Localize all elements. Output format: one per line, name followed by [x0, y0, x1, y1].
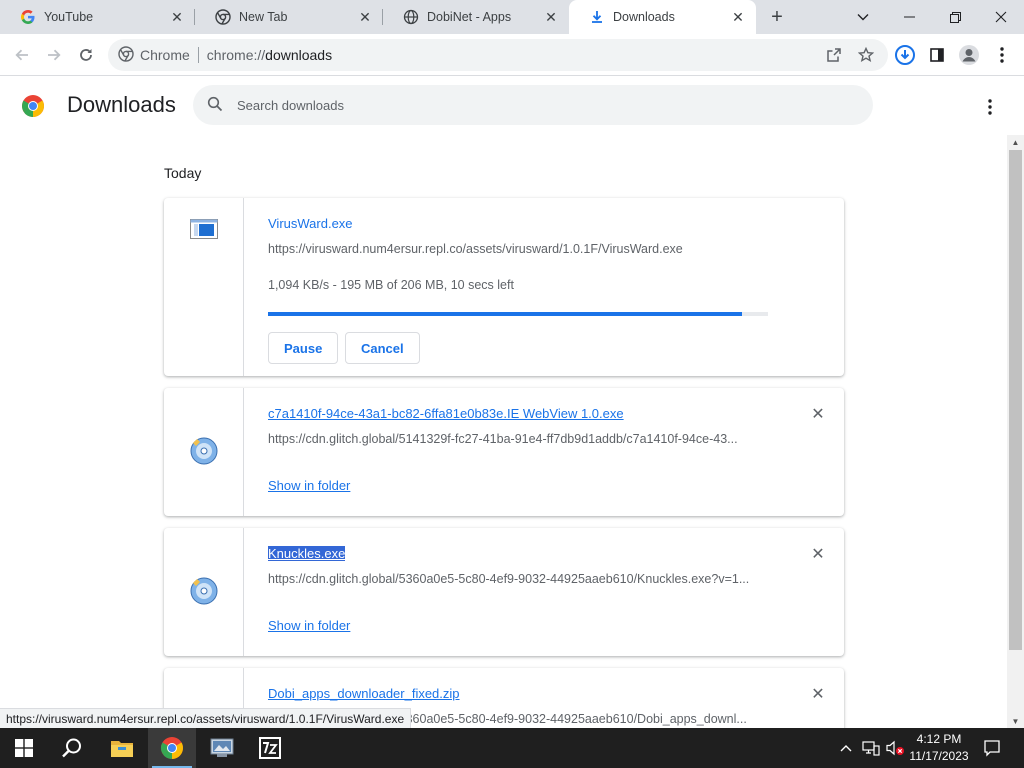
- search-icon[interactable]: [48, 728, 96, 768]
- restore-button[interactable]: [932, 0, 978, 34]
- taskbar-clock[interactable]: 4:12 PM 11/17/2023: [904, 731, 974, 765]
- tab-title: New Tab: [239, 10, 288, 24]
- downloads-header: Downloads: [0, 77, 1024, 135]
- installer-disc-icon: [190, 577, 218, 656]
- profile-avatar-icon[interactable]: [955, 41, 983, 69]
- show-in-folder-link[interactable]: Show in folder: [268, 618, 350, 633]
- show-hidden-icons-chevron-icon[interactable]: [838, 728, 854, 768]
- file-explorer-icon[interactable]: [98, 728, 146, 768]
- volume-muted-icon[interactable]: [884, 728, 906, 768]
- 7zip-icon[interactable]: [246, 728, 294, 768]
- download-item: VirusWard.exe https://virusward.num4ersu…: [164, 198, 844, 376]
- new-tab-button[interactable]: +: [764, 5, 790, 29]
- show-in-folder-link[interactable]: Show in folder: [268, 478, 350, 493]
- file-icon-column: [164, 528, 244, 656]
- notifications-icon[interactable]: [980, 728, 1004, 768]
- date-heading: Today: [164, 165, 202, 181]
- windows-taskbar: 4:12 PM 11/17/2023: [0, 728, 1024, 768]
- tab-downloads[interactable]: Downloads ✕: [569, 0, 756, 34]
- back-button[interactable]: [8, 41, 36, 69]
- file-icon-column: [164, 388, 244, 516]
- windows-start-icon[interactable]: [0, 728, 48, 768]
- download-item: c7a1410f-94ce-43a1-bc82-6ffa81e0b83e.IE …: [164, 388, 844, 516]
- site-label: Chrome: [140, 47, 190, 63]
- link-status-bubble: https://virusward.num4ersur.repl.co/asse…: [0, 708, 412, 728]
- scroll-up-arrow-icon[interactable]: ▲: [1007, 135, 1024, 149]
- scroll-down-arrow-icon[interactable]: ▼: [1007, 714, 1024, 728]
- tab-title: YouTube: [44, 10, 94, 24]
- close-icon[interactable]: ✕: [543, 9, 559, 25]
- browser-toolbar: Chrome chrome://downloads: [0, 34, 1024, 76]
- source-url[interactable]: https://cdn.glitch.global/5360a0e5-5c80-…: [268, 572, 768, 586]
- network-icon[interactable]: [860, 728, 882, 768]
- divider: [197, 47, 199, 63]
- tab-search-chevron-icon[interactable]: [840, 0, 886, 34]
- reload-button[interactable]: [72, 41, 100, 69]
- remove-close-icon[interactable]: ✕: [808, 684, 828, 704]
- download-icon: [589, 9, 605, 25]
- download-item: Knuckles.exe https://cdn.glitch.global/5…: [164, 528, 844, 656]
- close-icon[interactable]: ✕: [169, 9, 185, 25]
- chrome-icon: [215, 9, 231, 25]
- tab-title: Downloads: [613, 10, 675, 24]
- tab-new-tab[interactable]: New Tab ✕: [195, 0, 383, 34]
- network-app-icon[interactable]: [198, 728, 246, 768]
- bookmark-star-icon[interactable]: [852, 41, 880, 69]
- downloads-list: Today VirusWard.exe https://virusward.nu…: [0, 135, 1007, 728]
- download-status: 1,094 KB/s - 195 MB of 206 MB, 10 secs l…: [268, 278, 514, 292]
- url-host: downloads: [265, 47, 333, 63]
- file-name-link[interactable]: VirusWard.exe: [268, 216, 353, 231]
- share-icon[interactable]: [820, 41, 848, 69]
- tab-dobinet-apps[interactable]: DobiNet - Apps ✕: [383, 0, 569, 34]
- scroll-thumb[interactable]: [1009, 150, 1022, 650]
- tab-title: DobiNet - Apps: [427, 10, 512, 24]
- close-window-button[interactable]: [978, 0, 1024, 34]
- remove-close-icon[interactable]: ✕: [808, 544, 828, 564]
- minimize-button[interactable]: [886, 0, 932, 34]
- url-text: chrome://downloads: [207, 47, 332, 63]
- source-url[interactable]: https://virusward.num4ersur.repl.co/asse…: [268, 242, 768, 256]
- clock-date: 11/17/2023: [909, 749, 969, 763]
- chrome-icon[interactable]: [118, 45, 134, 65]
- search-input[interactable]: [237, 97, 837, 113]
- tab-strip: YouTube ✕ New Tab ✕ DobiNet - Apps ✕ Dow…: [0, 0, 1024, 34]
- file-name-link[interactable]: Dobi_apps_downloader_fixed.zip: [268, 686, 460, 701]
- file-name-link[interactable]: Knuckles.exe: [268, 546, 346, 561]
- installer-disc-icon: [190, 437, 218, 516]
- search-icon: [207, 96, 223, 115]
- chrome-taskbar-icon[interactable]: [148, 728, 196, 768]
- application-file-icon: [189, 219, 218, 376]
- remove-close-icon[interactable]: ✕: [808, 404, 828, 424]
- browser-menu-icon[interactable]: [988, 41, 1016, 69]
- progress-bar: [268, 312, 768, 316]
- source-url[interactable]: https://cdn.glitch.global/5141329f-fc27-…: [268, 432, 768, 446]
- file-name-link[interactable]: c7a1410f-94ce-43a1-bc82-6ffa81e0b83e.IE …: [268, 406, 624, 421]
- tab-youtube[interactable]: YouTube ✕: [0, 0, 195, 34]
- globe-icon: [403, 9, 419, 25]
- close-icon[interactable]: ✕: [357, 9, 373, 25]
- pause-button[interactable]: Pause: [268, 332, 339, 364]
- chrome-logo-icon: [21, 94, 45, 118]
- close-icon[interactable]: ✕: [730, 9, 746, 25]
- address-bar[interactable]: Chrome chrome://downloads: [108, 39, 888, 71]
- file-icon-column: [164, 198, 244, 376]
- page-scrollbar[interactable]: ▲ ▼: [1007, 135, 1024, 728]
- url-scheme: chrome://: [206, 47, 266, 63]
- search-box[interactable]: [193, 85, 873, 125]
- side-panel-icon[interactable]: [923, 41, 951, 69]
- clock-time: 4:12 PM: [916, 732, 962, 746]
- page-title: Downloads: [67, 92, 176, 117]
- more-actions-icon[interactable]: [978, 95, 1002, 119]
- download-indicator-icon[interactable]: [891, 41, 919, 69]
- forward-button[interactable]: [40, 41, 68, 69]
- cancel-button[interactable]: Cancel: [345, 332, 420, 364]
- progress-fill: [268, 312, 742, 316]
- google-g-icon: [20, 9, 36, 25]
